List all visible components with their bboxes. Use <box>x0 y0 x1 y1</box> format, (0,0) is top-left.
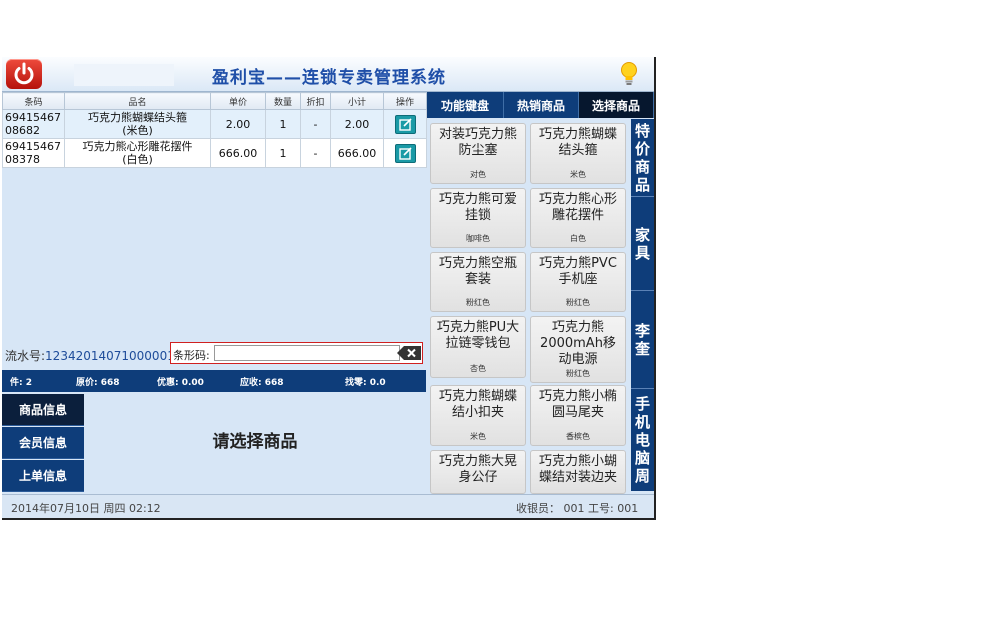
tab-select-products[interactable]: 选择商品 <box>579 92 654 118</box>
select-product-prompt: 请选择商品 <box>212 432 298 452</box>
cell-qty[interactable]: 1 <box>265 138 301 168</box>
product-name: 对装巧克力熊防尘塞 <box>438 127 517 158</box>
barcode-field: 条形码: <box>170 342 423 364</box>
product-tile[interactable]: 对装巧克力熊防尘塞 对色 <box>430 123 526 184</box>
original-price: 原价: 668 <box>76 378 120 388</box>
cell-qty[interactable]: 1 <box>265 109 301 139</box>
item-count: 件: 2 <box>10 378 32 388</box>
serial-number: 流水号:12342014071000001 <box>5 347 175 364</box>
barcode-label: 条形码: <box>173 349 210 362</box>
product-name: 巧克力熊心形雕花摆件 <box>538 192 617 223</box>
product-color: 白色 <box>570 234 586 243</box>
product-tile[interactable]: 巧克力熊2000mAh移动电源 粉红色 <box>530 316 626 383</box>
product-name: 巧克力熊PVC手机座 <box>539 256 617 287</box>
col-header-subtotal: 小计 <box>330 92 384 110</box>
cell-action <box>383 138 427 168</box>
edit-icon <box>398 146 412 160</box>
status-bar: 2014年07月10日 周四 02:12 收银员： 001 工号: 001 <box>2 494 654 518</box>
product-tile[interactable]: 巧克力熊小蝴蝶结对装边夹 <box>530 450 626 494</box>
table-row[interactable]: 6941546708378 巧克力熊心形雕花摆件 (白色) 666.00 1 -… <box>2 138 427 168</box>
category-furniture[interactable]: 家具 <box>631 197 654 291</box>
serial-label: 流水号: <box>5 349 46 363</box>
lightbulb-icon[interactable] <box>618 61 640 87</box>
receivable: 应收: 668 <box>240 378 284 388</box>
col-header-price: 单价 <box>210 92 266 110</box>
app-title: 盈利宝——连锁专卖管理系统 <box>212 68 446 88</box>
cashier-info: 收银员： 001 工号: 001 <box>516 502 639 515</box>
product-color: 米色 <box>470 432 486 441</box>
tab-member-info[interactable]: 会员信息 <box>2 427 84 459</box>
edit-button[interactable] <box>394 114 416 134</box>
product-color: 咖啡色 <box>466 234 490 243</box>
barcode-input[interactable] <box>214 345 400 361</box>
product-name: 巧克力熊2000mAh移动电源 <box>540 320 616 367</box>
col-header-name: 品名 <box>64 92 211 110</box>
product-color: 粉红色 <box>566 298 590 307</box>
table-row[interactable]: 6941546708682 巧克力熊蝴蝶结头箍 (米色) 2.00 1 - 2.… <box>2 109 427 139</box>
cell-subtotal: 666.00 <box>330 138 384 168</box>
change: 找零: 0.0 <box>345 378 386 388</box>
cart-header-row: 条码 品名 单价 数量 折扣 小计 操作 <box>2 92 427 110</box>
pos-window: 盈利宝——连锁专卖管理系统 条码 品名 单价 数量 折扣 小计 操作 69415… <box>2 57 656 520</box>
datetime: 2014年07月10日 周四 02:12 <box>11 502 161 515</box>
product-name: 巧克力熊蝴蝶结小扣夹 <box>438 389 517 420</box>
product-tile[interactable]: 巧克力熊蝴蝶结头箍 米色 <box>530 123 626 184</box>
cell-action <box>383 109 427 139</box>
product-tile[interactable]: 巧克力熊蝴蝶结小扣夹 米色 <box>430 385 526 446</box>
col-header-qty: 数量 <box>265 92 301 110</box>
col-header-discount: 折扣 <box>300 92 331 110</box>
product-color: 米色 <box>570 170 586 179</box>
cell-subtotal: 2.00 <box>330 109 384 139</box>
category-special-offer[interactable]: 特价商品 <box>631 119 654 197</box>
tab-function-keys[interactable]: 功能键盘 <box>427 92 504 118</box>
product-tile[interactable]: 巧克力熊PVC手机座 粉红色 <box>530 252 626 312</box>
cell-code: 6941546708378 <box>2 138 65 168</box>
product-name: 巧克力熊蝴蝶结头箍 <box>538 127 617 158</box>
product-tile[interactable]: 巧克力熊可爱挂锁 咖啡色 <box>430 188 526 248</box>
tab-hot-products[interactable]: 热销商品 <box>504 92 579 118</box>
product-tile[interactable]: 巧克力熊PU大拉链零钱包 杏色 <box>430 316 526 378</box>
product-name: 巧克力熊空瓶套装 <box>438 256 517 287</box>
col-header-code: 条码 <box>2 92 65 110</box>
totals-bar: 件: 2 原价: 668 优惠: 0.00 应收: 668 找零: 0.0 <box>2 370 426 392</box>
product-tile[interactable]: 巧克力熊小椭圆马尾夹 香槟色 <box>530 385 626 446</box>
right-tab-bar: 功能键盘 热销商品 选择商品 <box>427 92 654 118</box>
cell-discount: - <box>300 109 331 139</box>
product-tile[interactable]: 巧克力熊心形雕花摆件 白色 <box>530 188 626 248</box>
product-tile[interactable]: 巧克力熊空瓶套装 粉红色 <box>430 252 526 312</box>
category-phone-computer[interactable]: 手机电脑周 <box>631 389 654 491</box>
cell-price: 2.00 <box>210 109 266 139</box>
product-name: 巧克力熊PU大拉链零钱包 <box>436 320 520 351</box>
edit-button[interactable] <box>394 143 416 163</box>
serial-value: 12342014071000001 <box>45 349 175 363</box>
product-color: 对色 <box>470 170 486 179</box>
product-name: 巧克力熊可爱挂锁 <box>438 192 517 223</box>
cart-table: 条码 品名 单价 数量 折扣 小计 操作 6941546708682 巧克力熊蝴… <box>2 92 427 168</box>
cell-discount: - <box>300 138 331 168</box>
product-color: 粉红色 <box>466 298 490 307</box>
cell-name: 巧克力熊心形雕花摆件 (白色) <box>64 138 211 168</box>
product-tile[interactable]: 巧克力熊大晃身公仔 <box>430 450 526 494</box>
col-header-action: 操作 <box>383 92 427 110</box>
product-color: 粉红色 <box>566 369 590 378</box>
edit-icon <box>398 117 412 131</box>
cell-name: 巧克力熊蝴蝶结头箍 (米色) <box>64 109 211 139</box>
product-name: 巧克力熊小椭圆马尾夹 <box>538 389 617 420</box>
product-color: 杏色 <box>470 364 486 373</box>
product-name: 巧克力熊大晃身公仔 <box>438 454 517 485</box>
category-li-kui[interactable]: 李奎 <box>631 291 654 389</box>
product-color: 香槟色 <box>566 432 590 441</box>
tab-last-order-info[interactable]: 上单信息 <box>2 460 84 492</box>
tab-product-info[interactable]: 商品信息 <box>2 394 84 426</box>
cell-code: 6941546708682 <box>2 109 65 139</box>
header-bar: 盈利宝——连锁专卖管理系统 <box>2 57 654 92</box>
cell-price: 666.00 <box>210 138 266 168</box>
category-bar: 特价商品 家具 李奎 手机电脑周 <box>631 119 654 491</box>
discount-total: 优惠: 0.00 <box>157 378 204 388</box>
product-name: 巧克力熊小蝴蝶结对装边夹 <box>538 454 617 485</box>
backspace-clear-icon[interactable] <box>397 346 421 360</box>
